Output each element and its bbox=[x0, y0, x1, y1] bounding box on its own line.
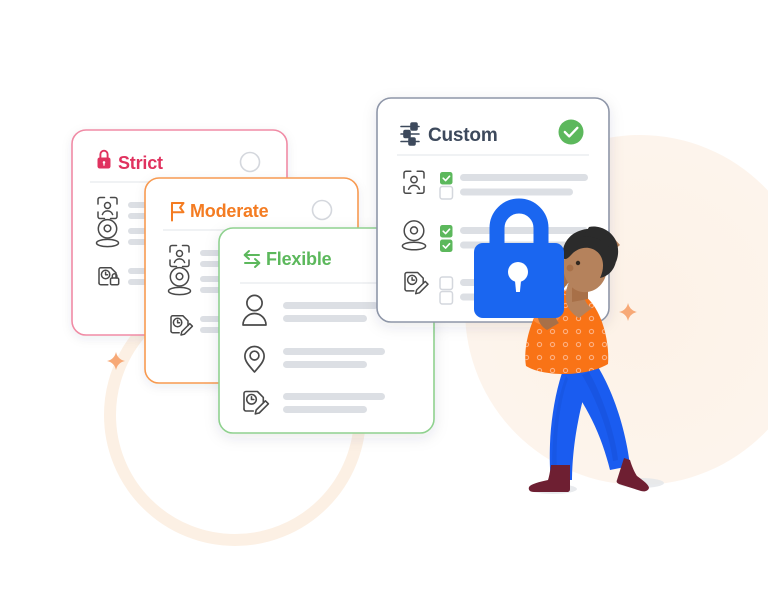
placeholder-line bbox=[283, 393, 385, 400]
placeholder-line bbox=[283, 406, 367, 413]
placeholder-line bbox=[460, 227, 588, 234]
card-strict-title: Strict bbox=[118, 153, 163, 173]
checkbox-checked[interactable] bbox=[440, 225, 453, 238]
placeholder-line bbox=[283, 348, 385, 355]
checkbox-unchecked[interactable] bbox=[439, 290, 454, 305]
illustration-canvas: Strict Moderate Flexible Custom bbox=[0, 0, 768, 596]
placeholder-line bbox=[283, 302, 378, 309]
checkbox-checked[interactable] bbox=[440, 172, 453, 185]
card-moderate-radio[interactable] bbox=[311, 199, 333, 221]
placeholder-line bbox=[283, 315, 367, 322]
card-strict-radio[interactable] bbox=[239, 151, 261, 173]
checkbox-unchecked[interactable] bbox=[439, 276, 454, 291]
placeholder-line bbox=[283, 361, 367, 368]
sliders-icon bbox=[400, 122, 420, 146]
check-circle-filled[interactable] bbox=[558, 119, 584, 145]
card-moderate-title: Moderate bbox=[190, 201, 269, 221]
card-flexible-title: Flexible bbox=[266, 249, 332, 269]
card-custom-title: Custom bbox=[428, 125, 498, 146]
checkbox-unchecked[interactable] bbox=[439, 185, 454, 200]
checkbox-checked[interactable] bbox=[440, 239, 453, 253]
placeholder-line bbox=[460, 188, 573, 196]
placeholder-line bbox=[460, 174, 588, 181]
